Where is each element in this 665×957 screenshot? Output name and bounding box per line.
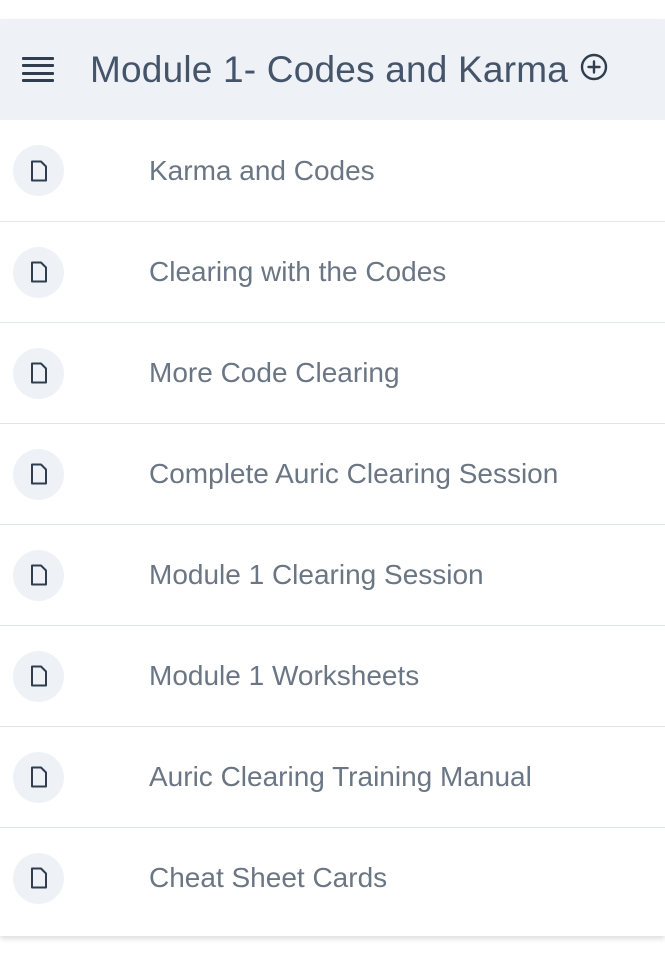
lesson-item[interactable]: Karma and Codes xyxy=(0,120,665,221)
menu-icon-bar xyxy=(22,56,54,60)
lesson-item[interactable]: Clearing with the Codes xyxy=(0,221,665,322)
menu-icon-bar xyxy=(22,64,54,68)
lesson-item[interactable]: Module 1 Worksheets xyxy=(0,625,665,726)
module-card: Module 1- Codes and Karma Karma and Code… xyxy=(0,19,665,936)
lesson-label: Clearing with the Codes xyxy=(149,256,447,287)
file-icon xyxy=(13,347,64,399)
lesson-item[interactable]: Cheat Sheet Cards xyxy=(0,827,665,928)
plus-circle-icon[interactable] xyxy=(580,53,608,81)
file-icon xyxy=(13,852,64,904)
lesson-label: More Code Clearing xyxy=(149,357,400,388)
file-icon xyxy=(13,246,64,298)
lesson-list: Karma and Codes Clearing with the Codes … xyxy=(0,120,665,928)
module-title: Module 1- Codes and Karma xyxy=(90,48,569,90)
menu-icon-bar xyxy=(22,79,54,83)
lesson-label: Karma and Codes xyxy=(149,154,375,186)
file-icon xyxy=(13,549,64,601)
lesson-label: Auric Clearing Training Manual xyxy=(149,761,532,792)
file-icon xyxy=(13,751,64,803)
lesson-label: Module 1 Clearing Session xyxy=(149,559,484,590)
lesson-item[interactable]: More Code Clearing xyxy=(0,322,665,423)
lesson-item[interactable]: Module 1 Clearing Session xyxy=(0,524,665,625)
page: Module 1- Codes and Karma Karma and Code… xyxy=(0,0,665,957)
lesson-label: Cheat Sheet Cards xyxy=(149,862,388,893)
lesson-item[interactable]: Auric Clearing Training Manual xyxy=(0,726,665,827)
file-icon xyxy=(13,448,64,500)
lesson-label: Module 1 Worksheets xyxy=(149,660,420,691)
lesson-label: Complete Auric Clearing Session xyxy=(149,458,559,489)
menu-icon-bar xyxy=(22,71,54,75)
file-icon xyxy=(13,650,64,702)
file-icon xyxy=(13,145,64,196)
menu-icon[interactable] xyxy=(22,56,54,83)
lesson-item[interactable]: Complete Auric Clearing Session xyxy=(0,423,665,524)
module-header[interactable]: Module 1- Codes and Karma xyxy=(0,19,665,120)
